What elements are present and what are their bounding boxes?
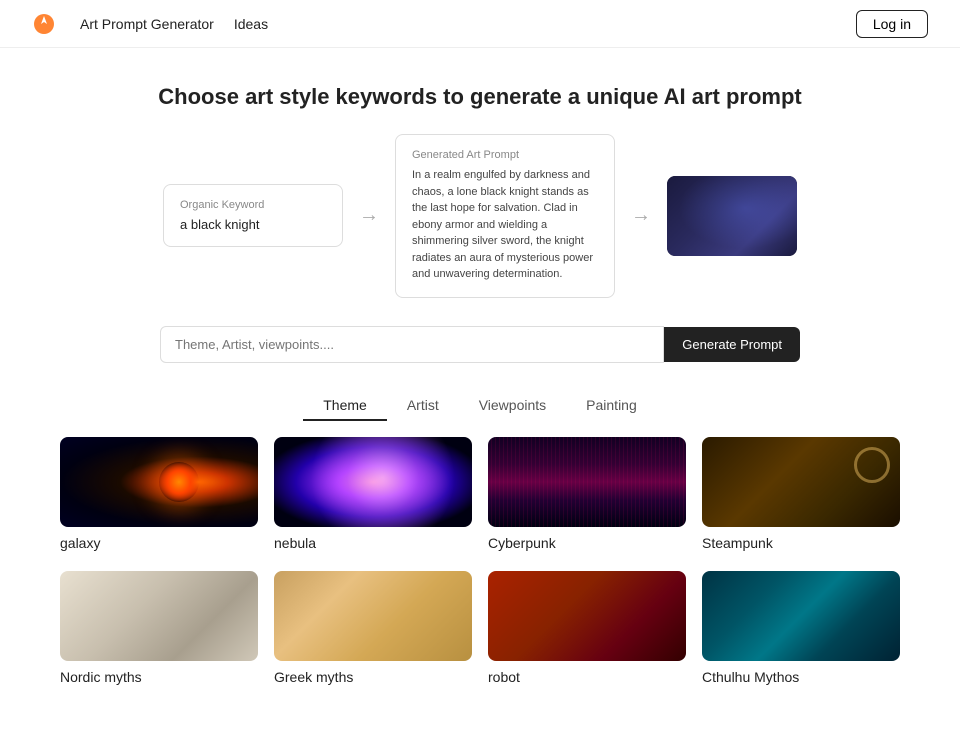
organic-keyword-value: a black knight <box>180 217 326 232</box>
tab-viewpoints[interactable]: Viewpoints <box>459 391 566 421</box>
generated-prompt-label: Generated Art Prompt <box>412 149 598 161</box>
card-label: Cthulhu Mythos <box>702 661 900 689</box>
card-image <box>60 437 258 527</box>
nav-left: Art Prompt Generator Ideas <box>32 12 268 36</box>
theme-card-cthulhu-mythos[interactable]: Cthulhu Mythos <box>702 571 900 689</box>
nav-ideas[interactable]: Ideas <box>234 16 268 32</box>
tab-theme[interactable]: Theme <box>303 391 387 421</box>
card-image <box>488 571 686 661</box>
tabs-bar: Theme Artist Viewpoints Painting <box>0 391 960 437</box>
card-image <box>274 571 472 661</box>
nav-links: Art Prompt Generator Ideas <box>80 16 268 32</box>
card-image <box>488 437 686 527</box>
card-image <box>274 437 472 527</box>
card-label: Nordic myths <box>60 661 258 689</box>
navbar: Art Prompt Generator Ideas Log in <box>0 0 960 48</box>
theme-card-steampunk[interactable]: Steampunk <box>702 437 900 555</box>
card-label: galaxy <box>60 527 258 555</box>
logo-icon <box>32 12 56 36</box>
search-input[interactable] <box>160 326 664 363</box>
card-image <box>702 437 900 527</box>
hero-section: Choose art style keywords to generate a … <box>0 48 960 134</box>
card-image <box>60 571 258 661</box>
theme-card-nordic-myths[interactable]: Nordic myths <box>60 571 258 689</box>
theme-grid: galaxy nebula Cyberpunk Steampunk Nordic myt… <box>0 437 960 729</box>
theme-card-galaxy[interactable]: galaxy <box>60 437 258 555</box>
theme-card-robot[interactable]: robot <box>488 571 686 689</box>
generated-prompt-value: In a realm engulfed by darkness and chao… <box>412 167 598 283</box>
theme-card-nebula[interactable]: nebula <box>274 437 472 555</box>
theme-card-cyberpunk[interactable]: Cyberpunk <box>488 437 686 555</box>
demo-result-image <box>667 176 797 256</box>
card-label: robot <box>488 661 686 689</box>
arrow-icon-1: → <box>359 204 379 227</box>
nav-art-prompt[interactable]: Art Prompt Generator <box>80 16 214 32</box>
theme-card-greek-myths[interactable]: Greek myths <box>274 571 472 689</box>
search-area: Generate Prompt <box>0 326 960 391</box>
arrow-icon-2: → <box>631 204 651 227</box>
generated-prompt-box: Generated Art Prompt In a realm engulfed… <box>395 134 615 298</box>
demo-strip: Organic Keyword a black knight → Generat… <box>0 134 960 326</box>
login-button[interactable]: Log in <box>856 10 928 38</box>
hero-title: Choose art style keywords to generate a … <box>20 84 940 110</box>
organic-keyword-box: Organic Keyword a black knight <box>163 184 343 247</box>
card-image <box>702 571 900 661</box>
tab-painting[interactable]: Painting <box>566 391 657 421</box>
card-label: Cyberpunk <box>488 527 686 555</box>
organic-keyword-label: Organic Keyword <box>180 199 326 211</box>
card-label: Greek myths <box>274 661 472 689</box>
tab-artist[interactable]: Artist <box>387 391 459 421</box>
demo-image-inner <box>667 176 797 256</box>
card-label: nebula <box>274 527 472 555</box>
card-label: Steampunk <box>702 527 900 555</box>
generate-prompt-button[interactable]: Generate Prompt <box>664 327 800 362</box>
